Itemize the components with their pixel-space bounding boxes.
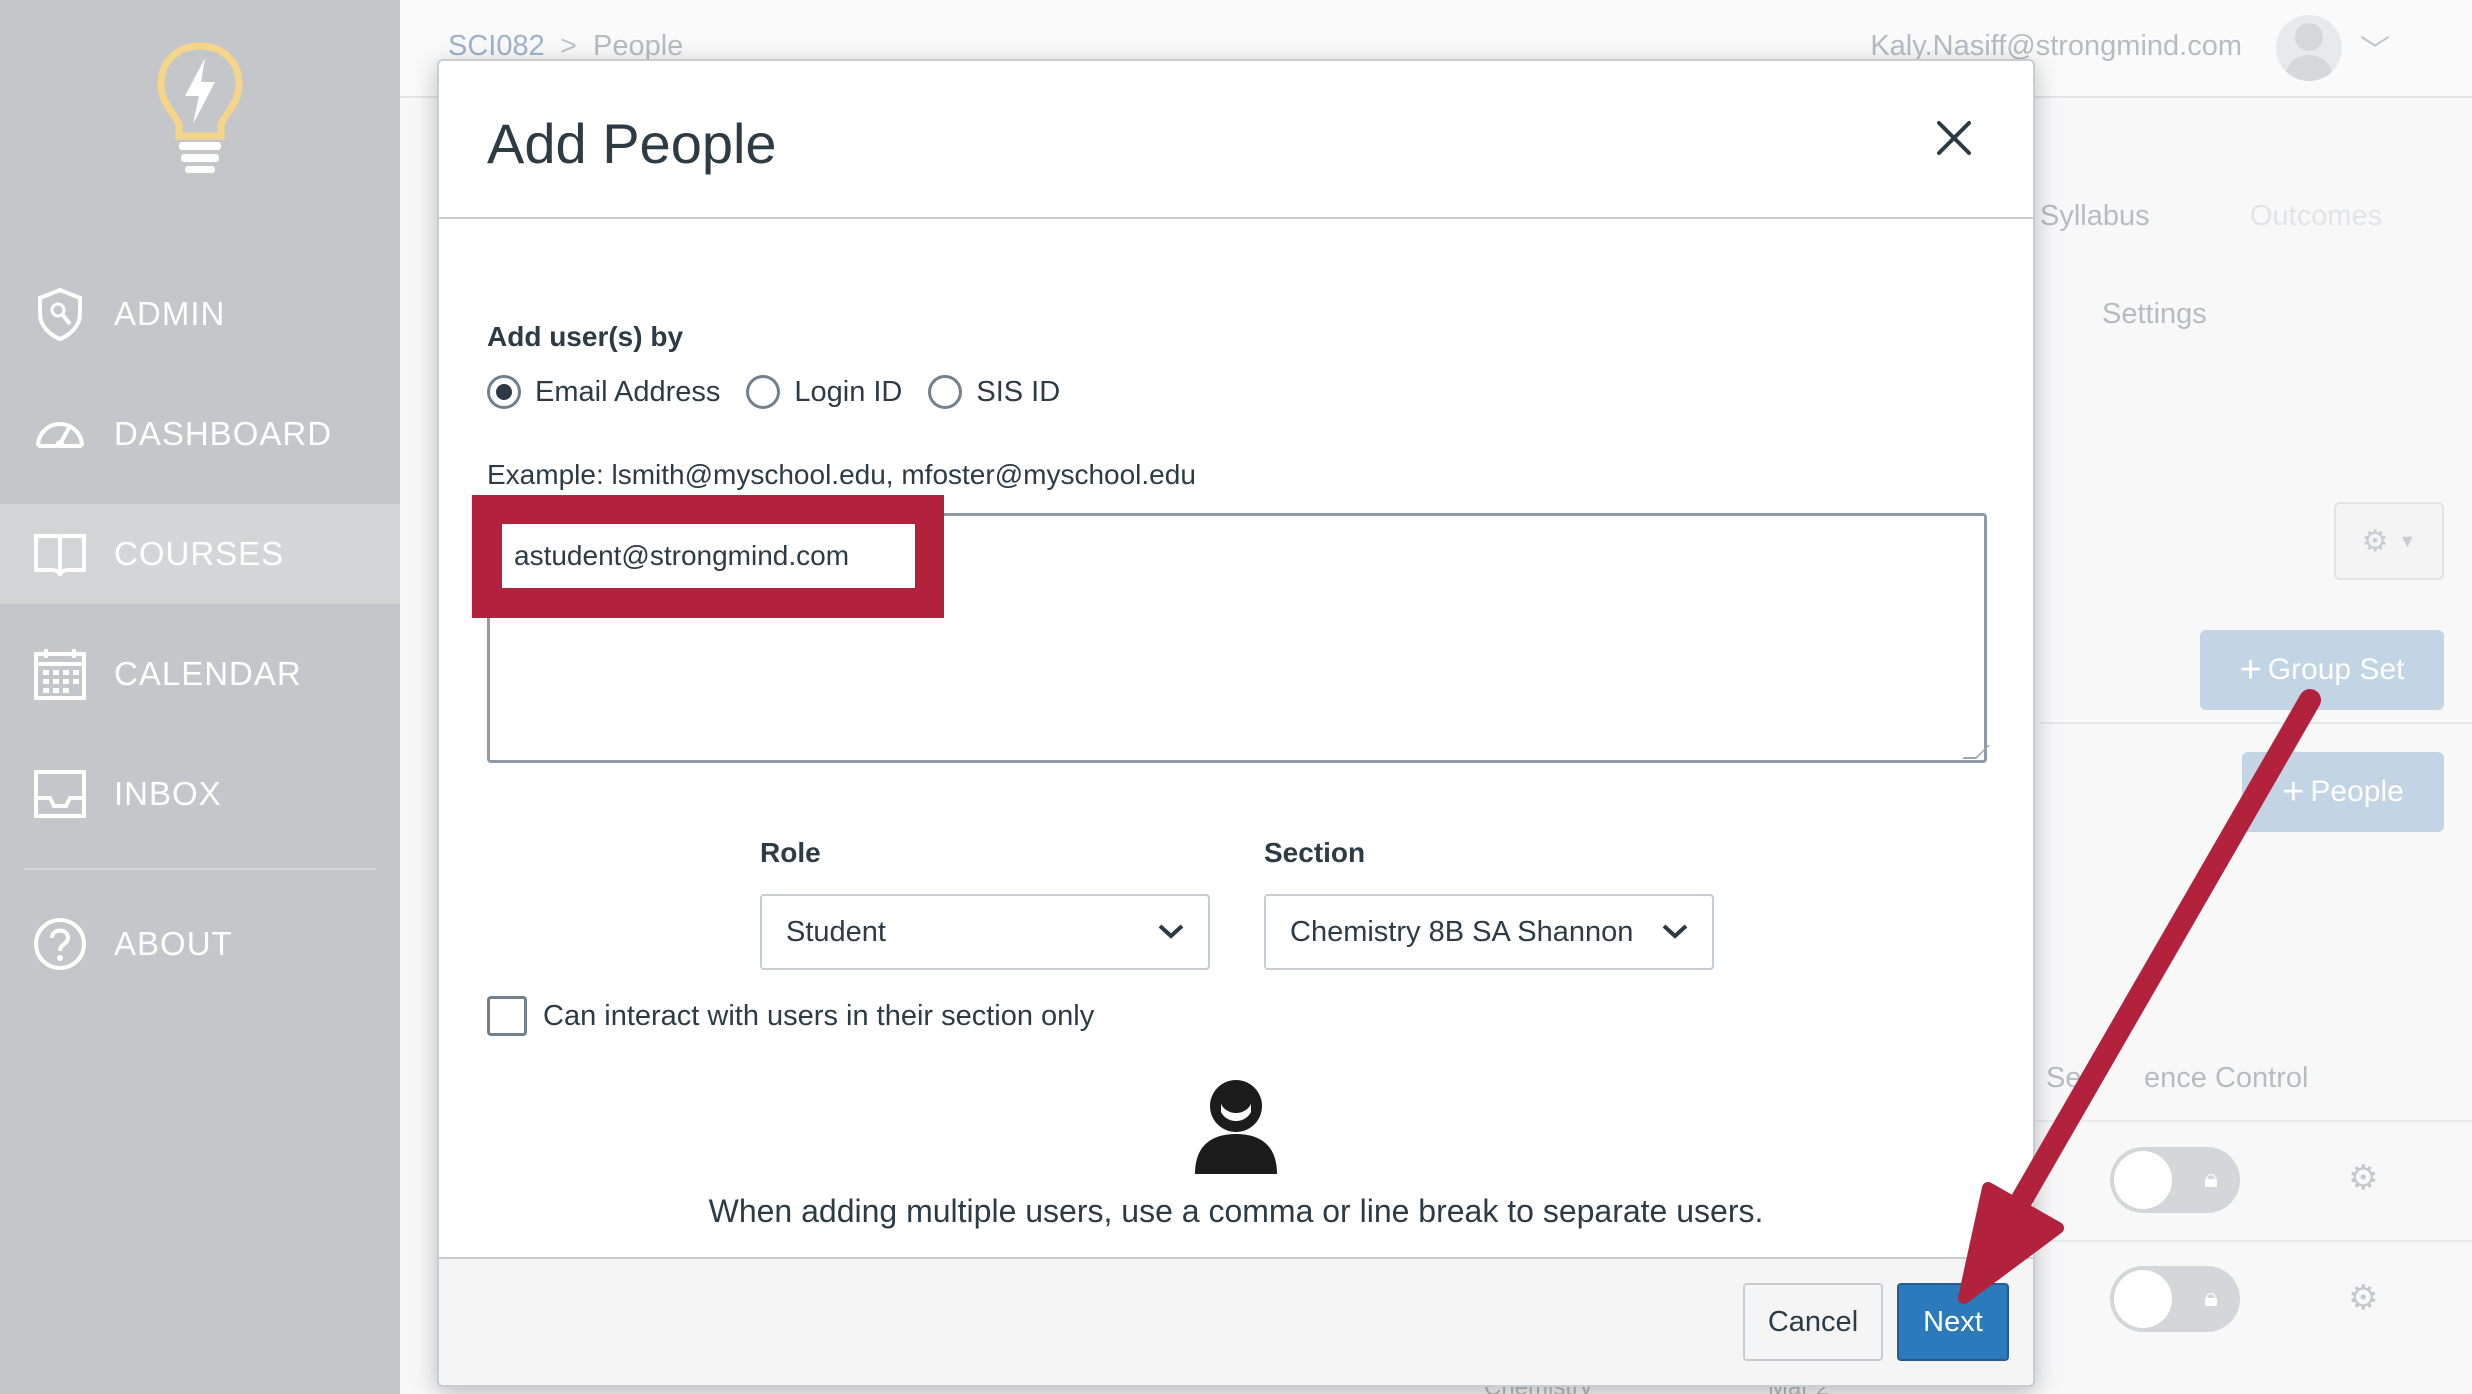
section-select[interactable]: Chemistry 8B SA Shannon xyxy=(1264,894,1714,970)
entered-email-value: astudent@strongmind.com xyxy=(502,524,915,588)
radio-sis-id[interactable]: SIS ID xyxy=(928,375,1060,409)
next-button[interactable]: Next xyxy=(1897,1283,2009,1361)
dialog-footer: Cancel Next xyxy=(439,1257,2033,1385)
chevron-down-icon xyxy=(1662,924,1688,939)
section-only-checkbox[interactable] xyxy=(487,996,527,1036)
add-people-dialog: Add People Add user(s) by Email Address … xyxy=(437,59,2035,1387)
add-by-radio-group: Email Address Login ID SIS ID xyxy=(487,375,1086,409)
dialog-header: Add People xyxy=(439,61,2033,219)
cancel-button[interactable]: Cancel xyxy=(1743,1283,1883,1361)
radio-button[interactable] xyxy=(746,375,781,409)
close-icon[interactable] xyxy=(1929,113,1979,163)
chevron-down-icon xyxy=(1158,924,1184,939)
example-hint: Example: lsmith@myschool.edu, mfoster@my… xyxy=(487,459,1196,490)
dialog-title: Add People xyxy=(487,112,777,175)
role-select[interactable]: Student xyxy=(760,894,1210,970)
radio-button-checked[interactable] xyxy=(487,375,521,409)
person-icon xyxy=(1195,1080,1277,1174)
radio-button[interactable] xyxy=(928,375,963,409)
section-only-checkbox-row[interactable]: Can interact with users in their section… xyxy=(487,996,1094,1036)
add-by-label: Add user(s) by xyxy=(487,321,684,352)
radio-email-address[interactable]: Email Address xyxy=(487,375,720,409)
role-label: Role xyxy=(760,837,821,868)
multiple-users-hint: When adding multiple users, use a comma … xyxy=(708,1193,1764,1229)
radio-login-id[interactable]: Login ID xyxy=(746,375,902,409)
section-label: Section xyxy=(1264,837,1366,868)
